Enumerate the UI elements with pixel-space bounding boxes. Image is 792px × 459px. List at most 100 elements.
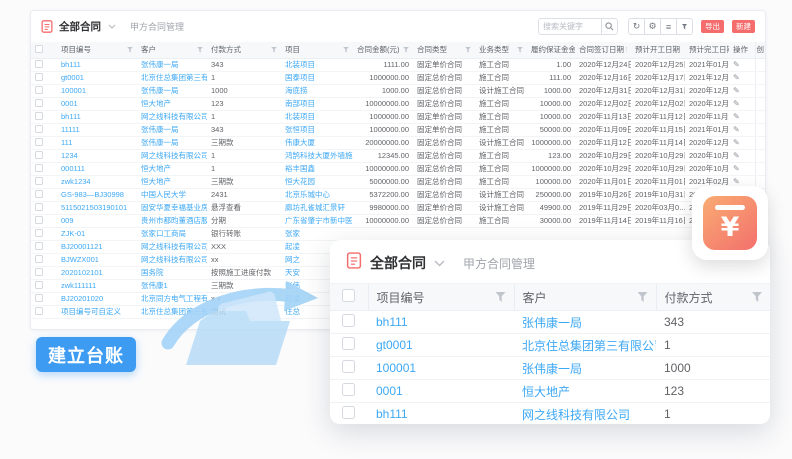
cell-customer[interactable]: 张伟康一局 (514, 357, 656, 380)
cell-project-code[interactable]: 5115021503190101 (57, 201, 137, 214)
cell-customer[interactable]: 张伟康一局 (137, 136, 207, 149)
cell-customer[interactable]: 恒大地产 (137, 97, 207, 110)
cell-project-code[interactable]: 100001 (368, 357, 514, 380)
cell-project-code[interactable]: 项目编号可自定义 (57, 305, 137, 318)
cell-project[interactable]: 伟康大厦 (281, 136, 353, 149)
cell-customer[interactable]: 北京住总集团第三有限公司 (514, 334, 656, 357)
filter-icon[interactable] (496, 292, 506, 302)
row-checkbox[interactable] (35, 177, 43, 185)
cell-project-code[interactable]: ZJK-01 (57, 227, 137, 240)
edit-icon[interactable]: ✎ (733, 60, 740, 69)
cell-project[interactable]: 北京乐城中心 (281, 188, 353, 201)
cell-customer[interactable]: 张伟康一局 (137, 58, 207, 71)
cell-project-code[interactable]: BJ20001121 (57, 240, 137, 253)
cell-project[interactable]: 广东省肇宁市新中医医院... (281, 214, 353, 227)
cell-customer[interactable]: 北京住总集团第三有限公司 (137, 71, 207, 84)
edit-icon[interactable]: ✎ (733, 99, 740, 108)
search-icon[interactable] (601, 19, 617, 34)
cell-project[interactable]: 北装项目 (281, 58, 353, 71)
cell-customer[interactable]: 贵州市都昀董酒店服务有... (137, 214, 207, 227)
cell-project-code[interactable]: GS-983—BJ30998 (57, 188, 137, 201)
cell-project[interactable]: 鸿鹄科技大厦外墙施工项目 (281, 149, 353, 162)
cell-project[interactable]: 恒大花园 (281, 175, 353, 188)
table-row[interactable]: 009 贵州市都昀董酒店服务有... 分期 广东省肇宁市新中医医院... 100… (31, 214, 766, 227)
cell-project-code[interactable]: 0001 (368, 380, 514, 403)
edit-icon[interactable]: ✎ (733, 138, 740, 147)
cell-project-code[interactable]: bh111 (57, 110, 137, 123)
cell-customer[interactable]: 固安华夏幸福基业房地产... (137, 201, 207, 214)
cell-project-code[interactable]: BJ20201020 (57, 292, 137, 305)
columns-icon[interactable]: ≡ (660, 18, 677, 35)
cell-project-code[interactable]: 000111 (57, 162, 137, 175)
filter-icon[interactable] (517, 47, 523, 53)
row-checkbox[interactable] (35, 151, 43, 159)
chevron-down-icon[interactable] (108, 24, 116, 29)
filter-icon[interactable] (465, 47, 471, 53)
cell-project-code[interactable]: bh111 (57, 58, 137, 71)
cell-project-code[interactable]: 1234 (57, 149, 137, 162)
create-button[interactable]: 新建 (732, 20, 755, 34)
cell-project[interactable]: 廊坊孔雀城汇景轩 (281, 201, 353, 214)
select-all-checkbox[interactable] (35, 45, 43, 53)
filter-toolbar-icon[interactable] (676, 18, 693, 35)
cell-project-code[interactable]: 0001 (57, 97, 137, 110)
cell-customer[interactable]: 张伟康一局 (137, 84, 207, 97)
filter-icon[interactable] (343, 47, 349, 53)
chevron-down-icon[interactable] (434, 254, 445, 272)
cell-project-code[interactable]: 100001 (57, 84, 137, 97)
row-checkbox[interactable] (35, 60, 43, 68)
cell-customer[interactable]: 恒大地产 (137, 162, 207, 175)
cell-customer[interactable]: 恒大地产 (514, 380, 656, 403)
cell-customer[interactable]: 张伟康一局 (137, 123, 207, 136)
row-checkbox[interactable] (35, 99, 43, 107)
cell-customer[interactable]: 张家口工商局 (137, 227, 207, 240)
row-checkbox[interactable] (35, 190, 43, 198)
row-checkbox[interactable] (35, 112, 43, 120)
row-checkbox[interactable] (35, 281, 43, 289)
row-checkbox[interactable] (35, 86, 43, 94)
cell-project-code[interactable]: zwk111111 (57, 279, 137, 292)
table-row[interactable]: 000111 恒大地产 1 裕丰国鑫 10000000.00 固定总价合同 施工… (31, 162, 766, 175)
table-row[interactable]: 111 张伟康一局 三期款 伟康大厦 20000000.00 固定总价合同 设计… (31, 136, 766, 149)
filter-icon[interactable] (403, 47, 409, 53)
filter-icon[interactable] (626, 47, 627, 53)
row-checkbox[interactable] (35, 203, 43, 211)
row-checkbox[interactable] (35, 73, 43, 81)
cell-project-code[interactable]: BJWZX001 (57, 253, 137, 266)
cell-project[interactable]: 国泰项目 (281, 71, 353, 84)
row-checkbox[interactable] (35, 294, 43, 302)
row-checkbox[interactable] (35, 242, 43, 250)
cell-project-code[interactable]: 009 (57, 214, 137, 227)
cell-project-code[interactable]: bh111 (368, 311, 514, 334)
cell-customer[interactable]: 网之线科技有限公司 (137, 149, 207, 162)
filter-icon[interactable] (127, 47, 133, 53)
row-checkbox[interactable] (35, 125, 43, 133)
table-row[interactable]: 11111 张伟康一局 343 张恒项目 1000000.00 固定单价合同 施… (31, 123, 766, 136)
table-row[interactable]: bh111 张伟康一局 343 北装项目 1111.00 固定单价合同 施工合同… (31, 58, 766, 71)
cell-project-code[interactable]: 2020102101 (57, 266, 137, 279)
filter-icon[interactable] (197, 47, 203, 53)
cell-project[interactable]: 北装项目 (281, 110, 353, 123)
filter-icon[interactable] (638, 292, 648, 302)
edit-icon[interactable]: ✎ (733, 86, 740, 95)
select-all-checkbox[interactable] (342, 289, 355, 302)
create-ledger-button[interactable]: 建立台账 (36, 337, 136, 372)
edit-icon[interactable]: ✎ (733, 151, 740, 160)
list-item[interactable]: gt0001 北京住总集团第三有限公司 1 (330, 334, 770, 357)
row-checkbox[interactable] (35, 138, 43, 146)
search-box[interactable] (538, 18, 618, 35)
edit-icon[interactable]: ✎ (733, 73, 740, 82)
row-checkbox[interactable] (342, 360, 355, 373)
table-row[interactable]: 5115021503190101 固安华夏幸福基业房地产... 悬浮查看 廊坊孔… (31, 201, 766, 214)
table-row[interactable]: bh111 网之线科技有限公司 1 北装项目 1000000.00 固定单价合同… (31, 110, 766, 123)
row-checkbox[interactable] (35, 216, 43, 224)
row-checkbox[interactable] (35, 229, 43, 237)
row-checkbox[interactable] (35, 255, 43, 263)
row-checkbox[interactable] (342, 383, 355, 396)
row-checkbox[interactable] (35, 164, 43, 172)
cell-customer[interactable]: 中国人民大学 (137, 188, 207, 201)
cell-project-code[interactable]: zwk1234 (57, 175, 137, 188)
cell-project[interactable]: 海底捞 (281, 84, 353, 97)
row-checkbox[interactable] (35, 307, 43, 315)
table-row[interactable]: GS-983—BJ30998 中国人民大学 2431 北京乐城中心 537220… (31, 188, 766, 201)
